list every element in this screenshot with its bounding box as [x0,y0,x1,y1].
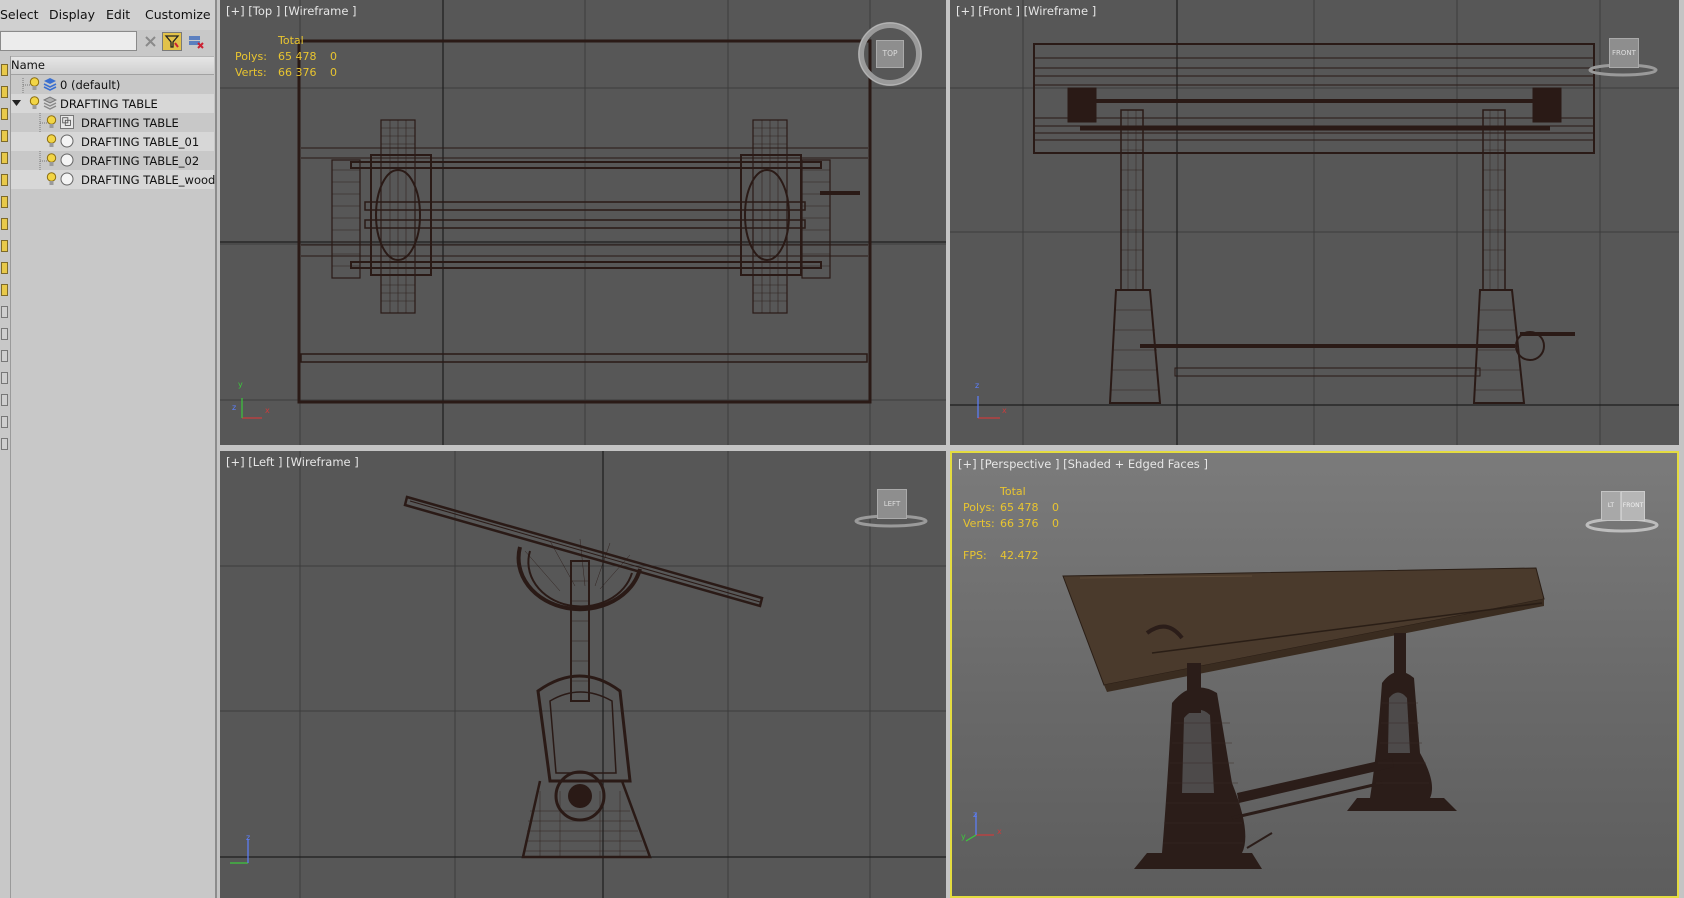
explorer-tool-strip [0,56,11,898]
viewport-label[interactable]: [+] [Perspective ] [Shaded + Edged Faces… [958,457,1208,471]
tool-strip-icon[interactable] [1,350,8,362]
visibility-bulb-icon[interactable] [46,134,57,149]
axis-z-label: z [975,381,980,390]
tool-strip-icon[interactable] [1,174,8,186]
geometry-object-icon [60,134,74,148]
tool-strip-icon[interactable] [1,196,8,208]
menu-edit[interactable]: Edit [106,7,130,22]
tool-strip-icon[interactable] [1,130,8,142]
tool-strip-icon[interactable] [1,262,8,274]
tree-row-object-drafting-table-02[interactable]: DRAFTING TABLE_02 [10,151,214,170]
axis-x-label: x [997,827,1002,836]
geometry-object-icon [60,172,74,186]
navigation-cube-top[interactable]: TOP [856,20,924,88]
tool-strip-icon[interactable] [1,328,8,340]
viewcube-face[interactable]: FRONT [1609,38,1639,68]
tree-row-layer-default[interactable]: 0 (default) [10,75,214,94]
viewport-left[interactable]: [+] [Left ] [Wireframe ] LEFT z [220,451,946,898]
axis-z-label: z [973,810,978,819]
left-view-wireframe [220,451,946,898]
tool-strip-icon[interactable] [1,218,8,230]
collapse-arrow-icon[interactable] [12,100,21,107]
viewport-label[interactable]: [+] [Left ] [Wireframe ] [226,455,359,469]
tool-strip-icon[interactable] [1,108,8,120]
menu-select[interactable]: Select [0,7,39,22]
viewport-label[interactable]: [+] [Top ] [Wireframe ] [226,4,357,18]
tool-strip-icon[interactable] [1,394,8,406]
explorer-search-row [0,30,215,55]
tool-strip-icon[interactable] [1,416,8,428]
viewport-label[interactable]: [+] [Front ] [Wireframe ] [956,4,1096,18]
top-view-wireframe [220,0,946,445]
menu-customize[interactable]: Customize [145,7,211,22]
tool-strip-icon[interactable] [1,372,8,384]
viewport-top[interactable]: [+] [Top ] [Wireframe ] Total Polys: 65 4… [220,0,946,445]
search-input[interactable] [0,31,137,51]
viewcube-face-left[interactable]: LT [1601,491,1621,521]
axis-y-label: y [238,380,243,389]
axis-z-label: z [232,403,237,412]
tool-strip-icon[interactable] [1,438,8,450]
tree-row-object-drafting-table-01[interactable]: DRAFTING TABLE_01 [10,132,214,151]
layer-stack-icon [43,96,57,110]
group-object-icon [60,115,74,129]
viewcube-face[interactable]: LEFT [877,489,907,519]
axis-y-label: y [961,832,966,841]
tool-strip-icon[interactable] [1,152,8,164]
navigation-cube-front[interactable]: FRONT [1588,38,1658,78]
axis-x-label: x [1002,406,1007,415]
axis-z-label: z [246,833,251,842]
scene-explorer-panel: Select Display Edit Customize Name 0 (de… [0,0,217,898]
layer-stack-icon [43,78,57,91]
tree-row-object-drafting-table[interactable]: DRAFTING TABLE [10,113,214,132]
viewport-front[interactable]: [+] [Front ] [Wireframe ] FRONT z x [950,0,1679,445]
tree-row-layer-drafting-table[interactable]: DRAFTING TABLE [10,94,214,113]
perspective-shaded-model [965,567,1545,869]
axis-tripod [241,398,262,419]
tool-strip-icon[interactable] [1,86,8,98]
tool-strip-icon[interactable] [1,306,8,318]
viewport-perspective[interactable]: [+] [Perspective ] [Shaded + Edged Faces… [950,451,1679,898]
visibility-bulb-icon[interactable] [46,172,57,187]
navigation-cube-perspective[interactable]: LT FRONT [1584,489,1660,533]
visibility-bulb-icon[interactable] [29,96,40,111]
viewport-stats: Total Polys: 65 478 0 Verts: 66 376 0 [235,34,337,79]
tool-strip-icon[interactable] [1,64,8,76]
visibility-bulb-icon[interactable] [46,115,57,130]
tree-row-object-drafting-table-wood[interactable]: DRAFTING TABLE_wood [10,170,215,189]
axis-x-label: x [265,406,270,415]
visibility-bulb-icon[interactable] [29,77,40,92]
menu-display[interactable]: Display [49,7,95,22]
viewcube-face[interactable]: TOP [876,40,904,68]
tool-strip-icon[interactable] [1,284,8,296]
explorer-menubar: Select Display Edit Customize [0,0,215,30]
viewcube-face-front[interactable]: FRONT [1621,491,1645,521]
viewport-stats: Total Polys: 65 478 0 Verts: 66 376 0 FPS: 42… [963,485,1059,562]
geometry-object-icon [60,153,74,167]
clear-search-icon[interactable] [141,32,161,51]
filter-icon[interactable] [162,32,182,51]
navigation-cube-left[interactable]: LEFT [854,489,928,529]
visibility-bulb-icon[interactable] [46,153,57,168]
front-view-wireframe [950,0,1679,445]
tool-strip-icon[interactable] [1,240,8,252]
layer-manager-icon[interactable] [186,32,206,51]
